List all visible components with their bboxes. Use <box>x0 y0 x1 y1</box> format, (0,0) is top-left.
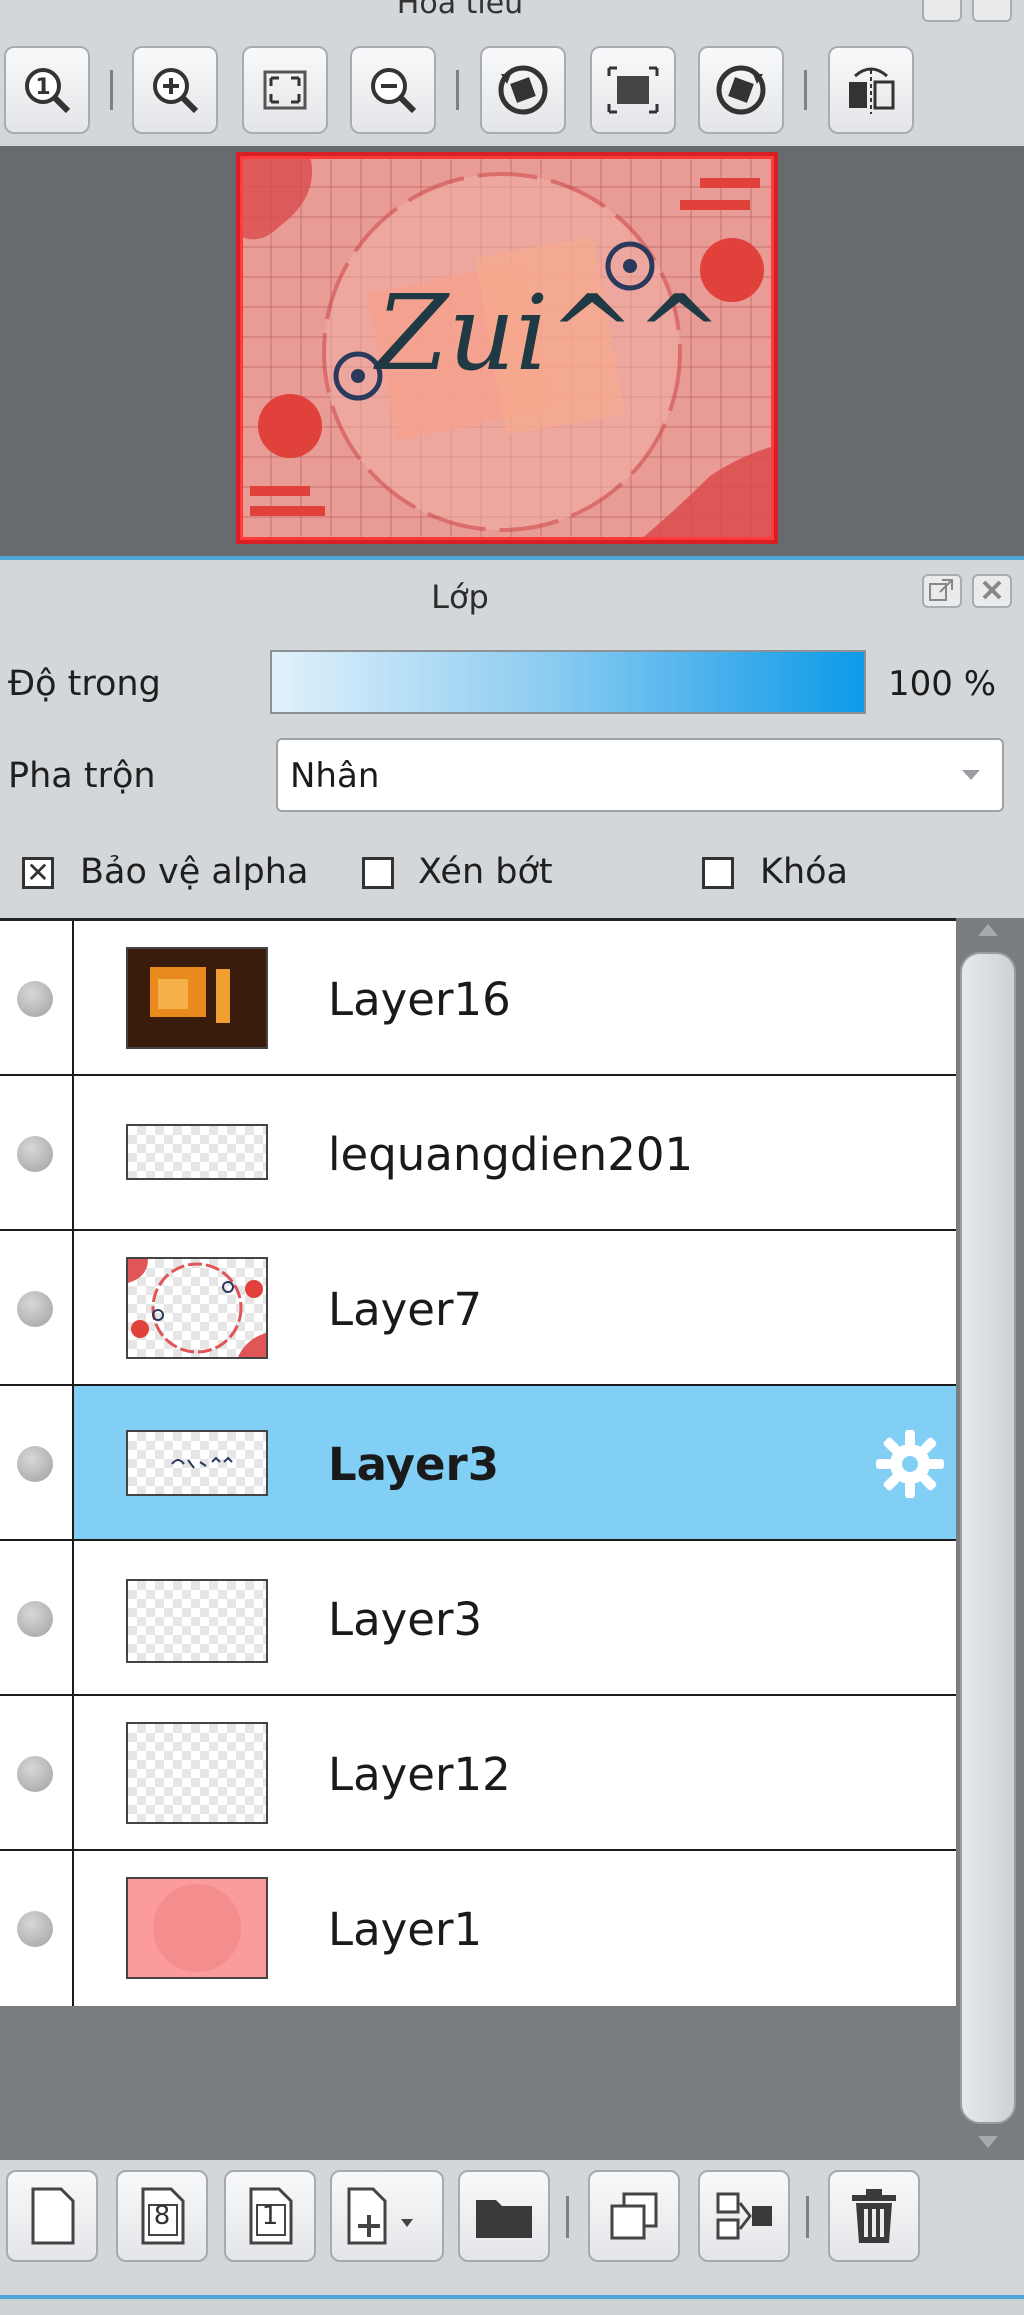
visibility-toggle[interactable] <box>17 1446 53 1482</box>
float-window-icon <box>929 579 953 601</box>
layer-thumbnail-image <box>128 1259 266 1357</box>
flip-horizontal-button[interactable] <box>828 46 914 134</box>
new-8bit-layer-label: 8 <box>153 2201 171 2231</box>
opacity-label: Độ trong <box>8 664 161 704</box>
zoom-in-icon <box>153 68 199 114</box>
fit-canvas-icon <box>607 66 659 114</box>
scroll-down-icon[interactable] <box>978 2136 998 2148</box>
opacity-slider[interactable] <box>270 650 866 714</box>
layer-close-button[interactable] <box>972 574 1012 608</box>
merge-layer-button[interactable] <box>698 2170 790 2262</box>
new-1bit-layer-label: 1 <box>261 2201 279 2231</box>
canvas-preview[interactable]: Zui^^ <box>236 152 778 544</box>
rotate-left-icon <box>498 65 548 115</box>
layer-name: Layer3 <box>328 1593 483 1646</box>
visibility-toggle[interactable] <box>17 1136 53 1172</box>
svg-text:1: 1 <box>35 75 50 100</box>
fit-screen-button[interactable] <box>242 46 328 134</box>
navigator-float-button[interactable] <box>922 0 962 22</box>
view-rectangle[interactable] <box>240 156 774 540</box>
layer-name: Layer3 <box>328 1438 500 1491</box>
blend-label: Pha trộn <box>8 756 156 796</box>
zoom-actual-button[interactable]: 1 <box>4 46 90 134</box>
zoom-actual-icon: 1 <box>25 68 71 114</box>
visibility-toggle[interactable] <box>17 981 53 1017</box>
new-layer-button[interactable] <box>6 2170 98 2262</box>
layer-row[interactable]: Layer16 <box>0 921 956 1076</box>
layer-name: Layer16 <box>328 973 511 1026</box>
navigator-title: Hoa tiêu <box>396 0 524 21</box>
layer-thumbnail <box>126 1124 268 1180</box>
zoom-in-button[interactable] <box>132 46 218 134</box>
layer-name: Layer7 <box>328 1283 483 1336</box>
chevron-down-icon <box>962 770 980 780</box>
opacity-value: 100 % <box>888 664 997 704</box>
next-panel-titlebar <box>0 2299 1024 2315</box>
lock-label: Khóa <box>760 852 848 892</box>
scroll-up-icon[interactable] <box>978 924 998 936</box>
layer-thumbnail <box>126 1877 268 1979</box>
layer-panel-title: Lớp <box>431 578 489 616</box>
layer-thumbnail-image <box>153 1884 241 1972</box>
new-layer-icon <box>31 2187 75 2245</box>
folder-icon <box>476 2200 532 2238</box>
layer-thumbnail <box>126 947 268 1049</box>
layer-list: Layer16 lequangdien201 Layer7 Layer3 Lay… <box>0 918 956 2006</box>
layer-thumbnail-image <box>150 967 230 1023</box>
layer-name: Layer12 <box>328 1748 511 1801</box>
gear-icon[interactable] <box>872 1426 948 1502</box>
lock-checkbox[interactable] <box>702 857 734 889</box>
rotate-left-button[interactable] <box>480 46 566 134</box>
navigator-canvas-area[interactable]: Zui^^ <box>0 146 1024 556</box>
rotate-right-button[interactable] <box>698 46 784 134</box>
close-icon <box>982 580 1002 600</box>
layer-row[interactable]: Layer1 <box>0 1851 956 2006</box>
layer-thumbnail-image <box>171 1456 233 1469</box>
zoom-out-icon <box>371 68 417 114</box>
flip-horizontal-icon <box>849 67 895 114</box>
layer-thumbnail <box>126 1430 268 1496</box>
layer-row[interactable]: Layer7 <box>0 1231 956 1386</box>
layer-row[interactable]: lequangdien201 <box>0 1076 956 1231</box>
visibility-toggle[interactable] <box>17 1601 53 1637</box>
new-8bit-layer-button[interactable]: 8 <box>116 2170 208 2262</box>
zoom-out-button[interactable] <box>350 46 436 134</box>
fit-canvas-button[interactable] <box>590 46 676 134</box>
visibility-toggle[interactable] <box>17 1291 53 1327</box>
fit-screen-icon <box>263 70 307 110</box>
layer-row[interactable]: Layer3 <box>0 1541 956 1696</box>
duplicate-layer-button[interactable] <box>588 2170 680 2262</box>
layer-name: lequangdien201 <box>328 1128 694 1181</box>
delete-layer-icon <box>852 2189 896 2243</box>
duplicate-layer-icon <box>610 2192 658 2240</box>
add-layer-menu-button[interactable] <box>330 2170 444 2262</box>
navigator-close-button[interactable] <box>972 0 1012 22</box>
blend-mode-select[interactable] <box>276 738 1004 812</box>
navigator-toolbar: 1 <box>0 34 1024 146</box>
layer-name: Layer1 <box>328 1903 483 1956</box>
layer-thumbnail <box>126 1579 268 1663</box>
visibility-toggle[interactable] <box>17 1756 53 1792</box>
layer-float-button[interactable] <box>922 574 962 608</box>
layer-thumbnail <box>126 1257 268 1359</box>
protect-alpha-checkbox[interactable]: ✕ <box>22 857 54 889</box>
clipping-checkbox[interactable] <box>362 857 394 889</box>
delete-layer-button[interactable] <box>828 2170 920 2262</box>
rotate-right-icon <box>716 65 766 115</box>
merge-layer-icon <box>716 2192 772 2240</box>
protect-alpha-label: Bảo vệ alpha <box>80 852 309 892</box>
add-layer-menu-icon <box>347 2187 413 2245</box>
new-folder-button[interactable] <box>458 2170 550 2262</box>
blend-mode-value: Nhân <box>290 756 380 796</box>
visibility-toggle[interactable] <box>17 1911 53 1947</box>
layer-row[interactable]: Layer12 <box>0 1696 956 1851</box>
clipping-label: Xén bớt <box>418 852 553 892</box>
layer-row-selected[interactable]: Layer3 <box>0 1386 956 1541</box>
layer-thumbnail <box>126 1722 268 1824</box>
new-1bit-layer-button[interactable]: 1 <box>224 2170 316 2262</box>
scrollbar-thumb[interactable] <box>960 952 1016 2124</box>
